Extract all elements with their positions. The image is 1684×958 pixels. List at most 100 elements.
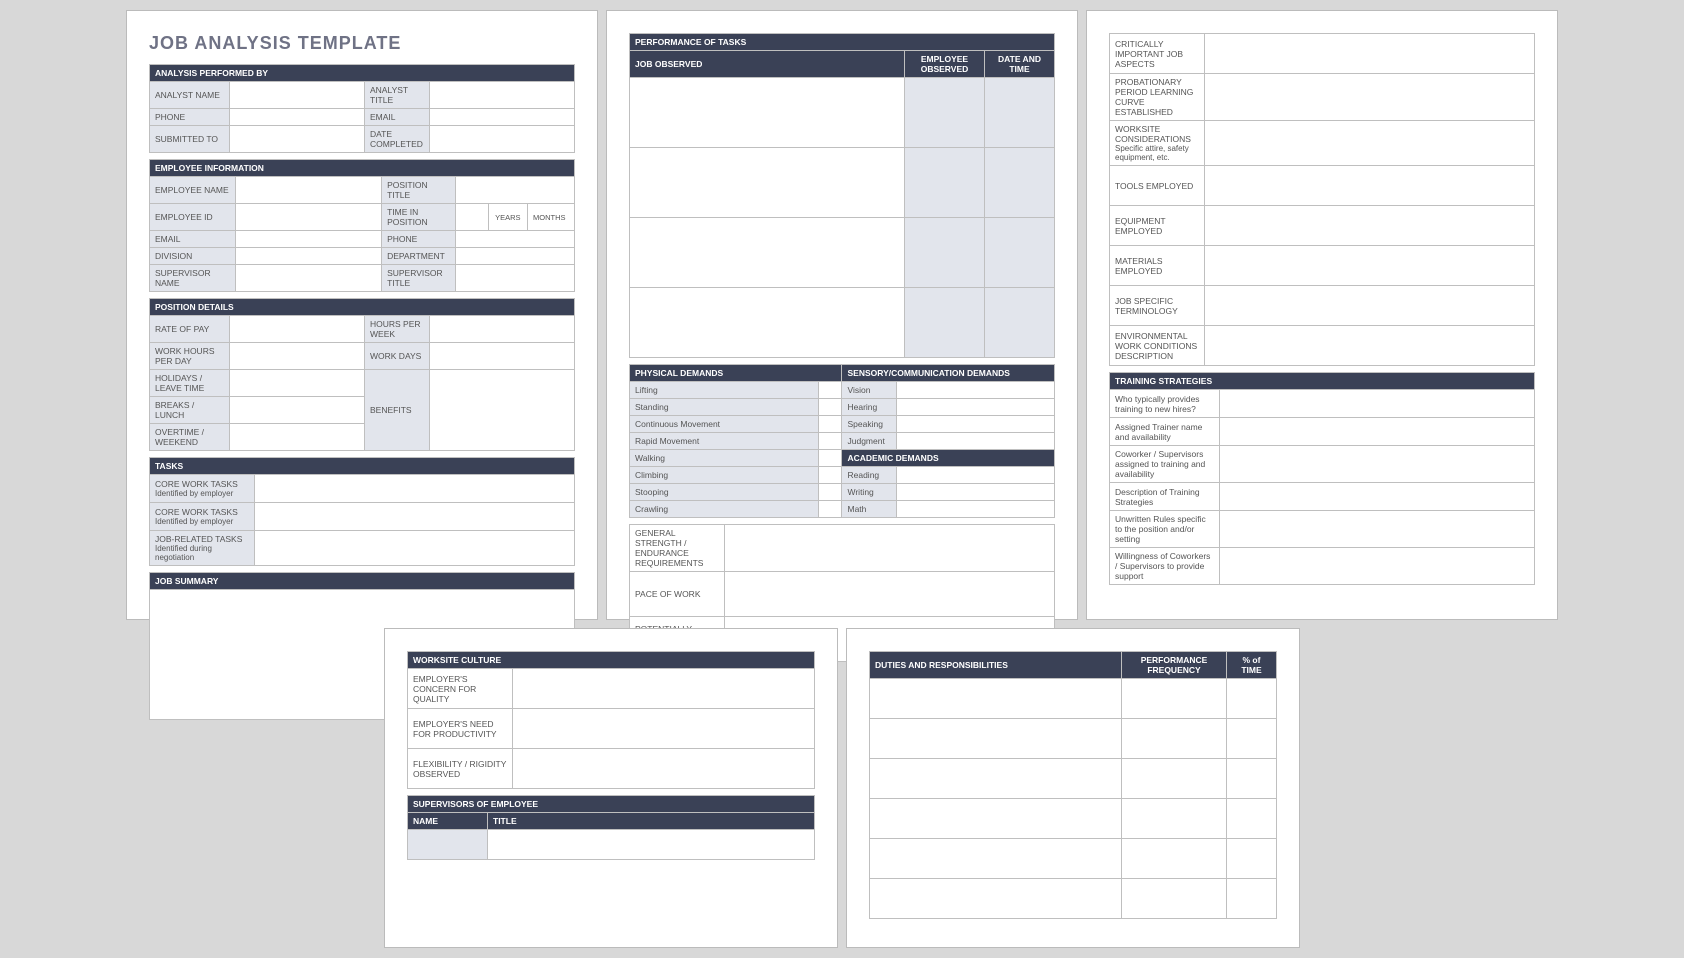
input-work-hours-per-day[interactable] [230,343,365,370]
obs-row-3-job[interactable] [630,218,905,288]
duty-5-pct[interactable] [1227,839,1277,879]
input-emp-id[interactable] [236,204,382,231]
input-who-trains[interactable] [1220,390,1535,418]
analysis-performed-by-table: ANALYSIS PERFORMED BY ANALYST NAME ANALY… [149,64,575,153]
input-materials[interactable] [1205,246,1535,286]
obs-row-2-dt[interactable] [985,148,1055,218]
input-contmove[interactable] [819,416,842,433]
duty-4-freq[interactable] [1122,799,1227,839]
obs-row-2-emp[interactable] [905,148,985,218]
input-strength[interactable] [725,525,1055,572]
obs-row-1-dt[interactable] [985,78,1055,148]
input-pace[interactable] [725,572,1055,617]
input-vision[interactable] [897,382,1055,399]
input-supervisor-title[interactable] [456,265,575,292]
input-supervisor-name[interactable] [236,265,382,292]
page-3: CRITICALLY IMPORTANT JOB ASPECTS PROBATI… [1086,10,1558,620]
input-work-days[interactable] [430,343,575,370]
input-years[interactable] [456,204,488,231]
sup-row-1-title[interactable] [488,830,815,860]
duty-1-pct[interactable] [1227,679,1277,719]
obs-row-4-emp[interactable] [905,288,985,358]
sup-row-1-name[interactable] [408,830,488,860]
input-lifting[interactable] [819,382,842,399]
input-crit-important[interactable] [1205,34,1535,74]
input-overtime[interactable] [230,424,365,451]
input-holidays[interactable] [230,370,365,397]
input-flex-rigid[interactable] [513,749,815,789]
input-months-cell[interactable]: MONTHS [528,204,575,231]
input-climbing[interactable] [819,467,842,484]
label-rapid: Rapid Movement [630,433,819,450]
input-writing[interactable] [897,484,1055,501]
input-emp-name[interactable] [236,177,382,204]
input-rate-of-pay[interactable] [230,316,365,343]
input-job-related[interactable] [255,531,575,566]
input-math[interactable] [897,501,1055,518]
input-judgment[interactable] [897,433,1055,450]
input-env-work[interactable] [1205,326,1535,366]
label-contmove: Continuous Movement [630,416,819,433]
input-equipment[interactable] [1205,206,1535,246]
input-coworker-sup[interactable] [1220,446,1535,483]
input-tools[interactable] [1205,166,1535,206]
obs-row-1-job[interactable] [630,78,905,148]
input-benefits[interactable] [430,370,575,451]
input-hours-per-week[interactable] [430,316,575,343]
input-core-tasks-1[interactable] [255,475,575,503]
duty-1[interactable] [870,679,1122,719]
input-core-tasks-2[interactable] [255,503,575,531]
input-willingness[interactable] [1220,548,1535,585]
input-terminology[interactable] [1205,286,1535,326]
duty-4[interactable] [870,799,1122,839]
input-hearing[interactable] [897,399,1055,416]
duty-4-pct[interactable] [1227,799,1277,839]
duty-2-pct[interactable] [1227,719,1277,759]
input-phone[interactable] [230,109,365,126]
input-position-title[interactable] [456,177,575,204]
duty-3-freq[interactable] [1122,759,1227,799]
obs-row-4-dt[interactable] [985,288,1055,358]
input-desc-training[interactable] [1220,483,1535,511]
duty-3[interactable] [870,759,1122,799]
input-reading[interactable] [897,467,1055,484]
input-division[interactable] [236,248,382,265]
label-willingness: Willingness of Coworkers / Supervisors t… [1110,548,1220,585]
duty-6[interactable] [870,879,1122,919]
input-standing[interactable] [819,399,842,416]
duty-6-pct[interactable] [1227,879,1277,919]
input-department[interactable] [456,248,575,265]
duty-2-freq[interactable] [1122,719,1227,759]
input-rapid[interactable] [819,433,842,450]
input-submitted-to[interactable] [230,126,365,153]
obs-row-3-emp[interactable] [905,218,985,288]
input-stooping[interactable] [819,484,842,501]
duty-6-freq[interactable] [1122,879,1227,919]
input-analyst-name[interactable] [230,82,365,109]
obs-row-2-job[interactable] [630,148,905,218]
duty-1-freq[interactable] [1122,679,1227,719]
input-walking[interactable] [819,450,842,467]
label-who-trains: Who typically provides training to new h… [1110,390,1220,418]
input-phone2[interactable] [456,231,575,248]
duty-3-pct[interactable] [1227,759,1277,799]
input-email2[interactable] [236,231,382,248]
input-analyst-title[interactable] [430,82,575,109]
input-date-completed[interactable] [430,126,575,153]
input-breaks[interactable] [230,397,365,424]
duty-5-freq[interactable] [1122,839,1227,879]
input-concern-quality[interactable] [513,669,815,709]
input-need-prod[interactable] [513,709,815,749]
obs-row-4-job[interactable] [630,288,905,358]
input-email[interactable] [430,109,575,126]
input-worksite-consid[interactable] [1205,121,1535,166]
input-unwritten[interactable] [1220,511,1535,548]
input-assigned-trainer[interactable] [1220,418,1535,446]
input-crawling[interactable] [819,501,842,518]
obs-row-3-dt[interactable] [985,218,1055,288]
duty-2[interactable] [870,719,1122,759]
input-speaking[interactable] [897,416,1055,433]
input-probation[interactable] [1205,74,1535,121]
duty-5[interactable] [870,839,1122,879]
obs-row-1-emp[interactable] [905,78,985,148]
